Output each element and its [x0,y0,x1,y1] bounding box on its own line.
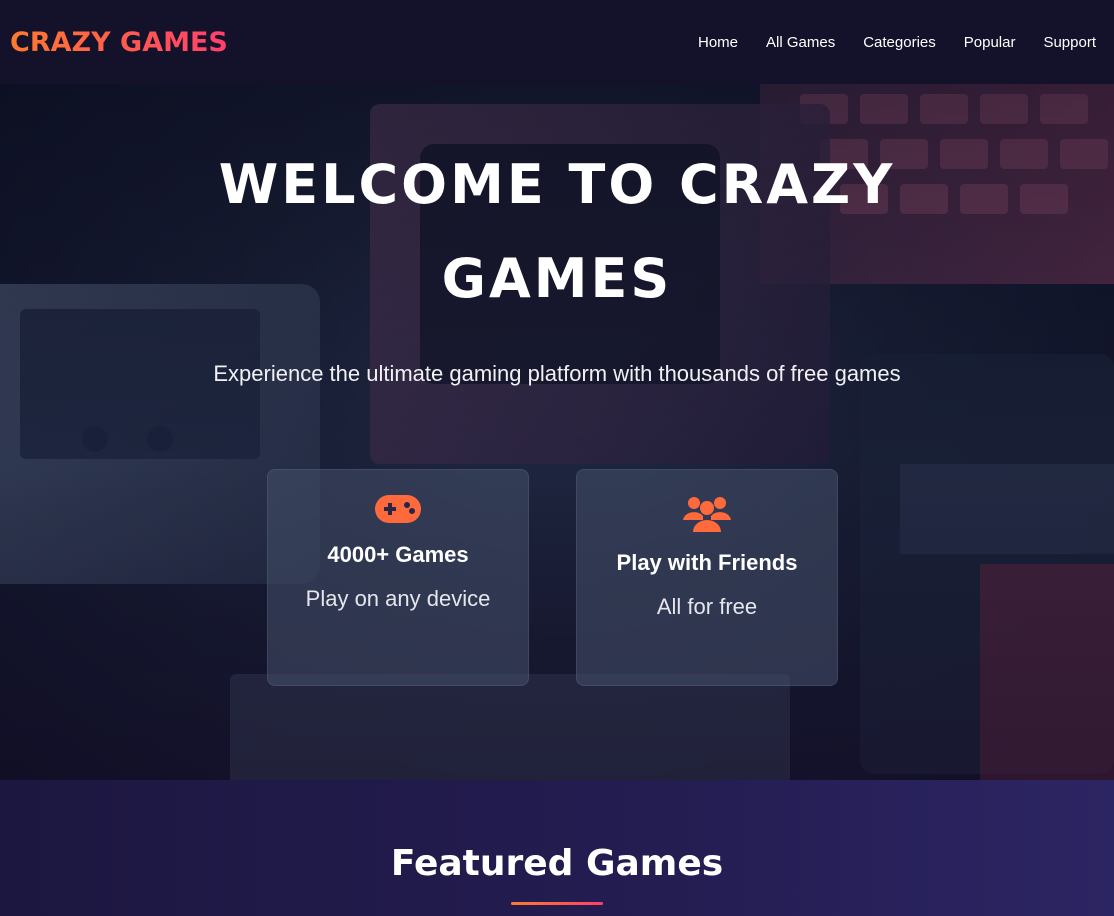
feature-card-title: Play with Friends [616,550,798,575]
main-nav: Home All Games Categories Popular Suppor… [670,34,1096,51]
site-logo[interactable]: CRAZY GAMES [10,27,228,58]
nav-link-home[interactable]: Home [698,34,738,51]
title-underline [511,902,603,905]
feature-card-text: All for free [656,594,758,619]
feature-card-friends[interactable]: Play with Friends All for free [576,469,838,686]
hero-title: WELCOME TO CRAZY GAMES [218,153,896,310]
feature-card-text: Play on any device [305,586,491,611]
nav-link-support[interactable]: Support [1043,34,1096,51]
featured-games-title: Featured Games [390,843,724,884]
hero-subtitle: Experience the ultimate gaming platform … [213,361,901,386]
nav-link-popular[interactable]: Popular [964,34,1016,51]
hero-section: WELCOME TO CRAZY GAMES Experience the ul… [0,84,1114,780]
featured-games-section: Featured Games [0,780,1114,916]
feature-cards: 4000+ Games Play on any device Play with… [267,469,838,686]
nav-link-all-games[interactable]: All Games [766,34,835,51]
feature-card-title: 4000+ Games [327,542,469,567]
gamepad-icon [375,495,421,523]
hero-content: WELCOME TO CRAZY GAMES Experience the ul… [0,84,1114,392]
nav-link-categories[interactable]: Categories [863,34,936,51]
feature-card-games[interactable]: 4000+ Games Play on any device [267,469,529,686]
top-navbar: CRAZY GAMES Home All Games Categories Po… [0,0,1114,84]
users-icon [683,497,731,532]
